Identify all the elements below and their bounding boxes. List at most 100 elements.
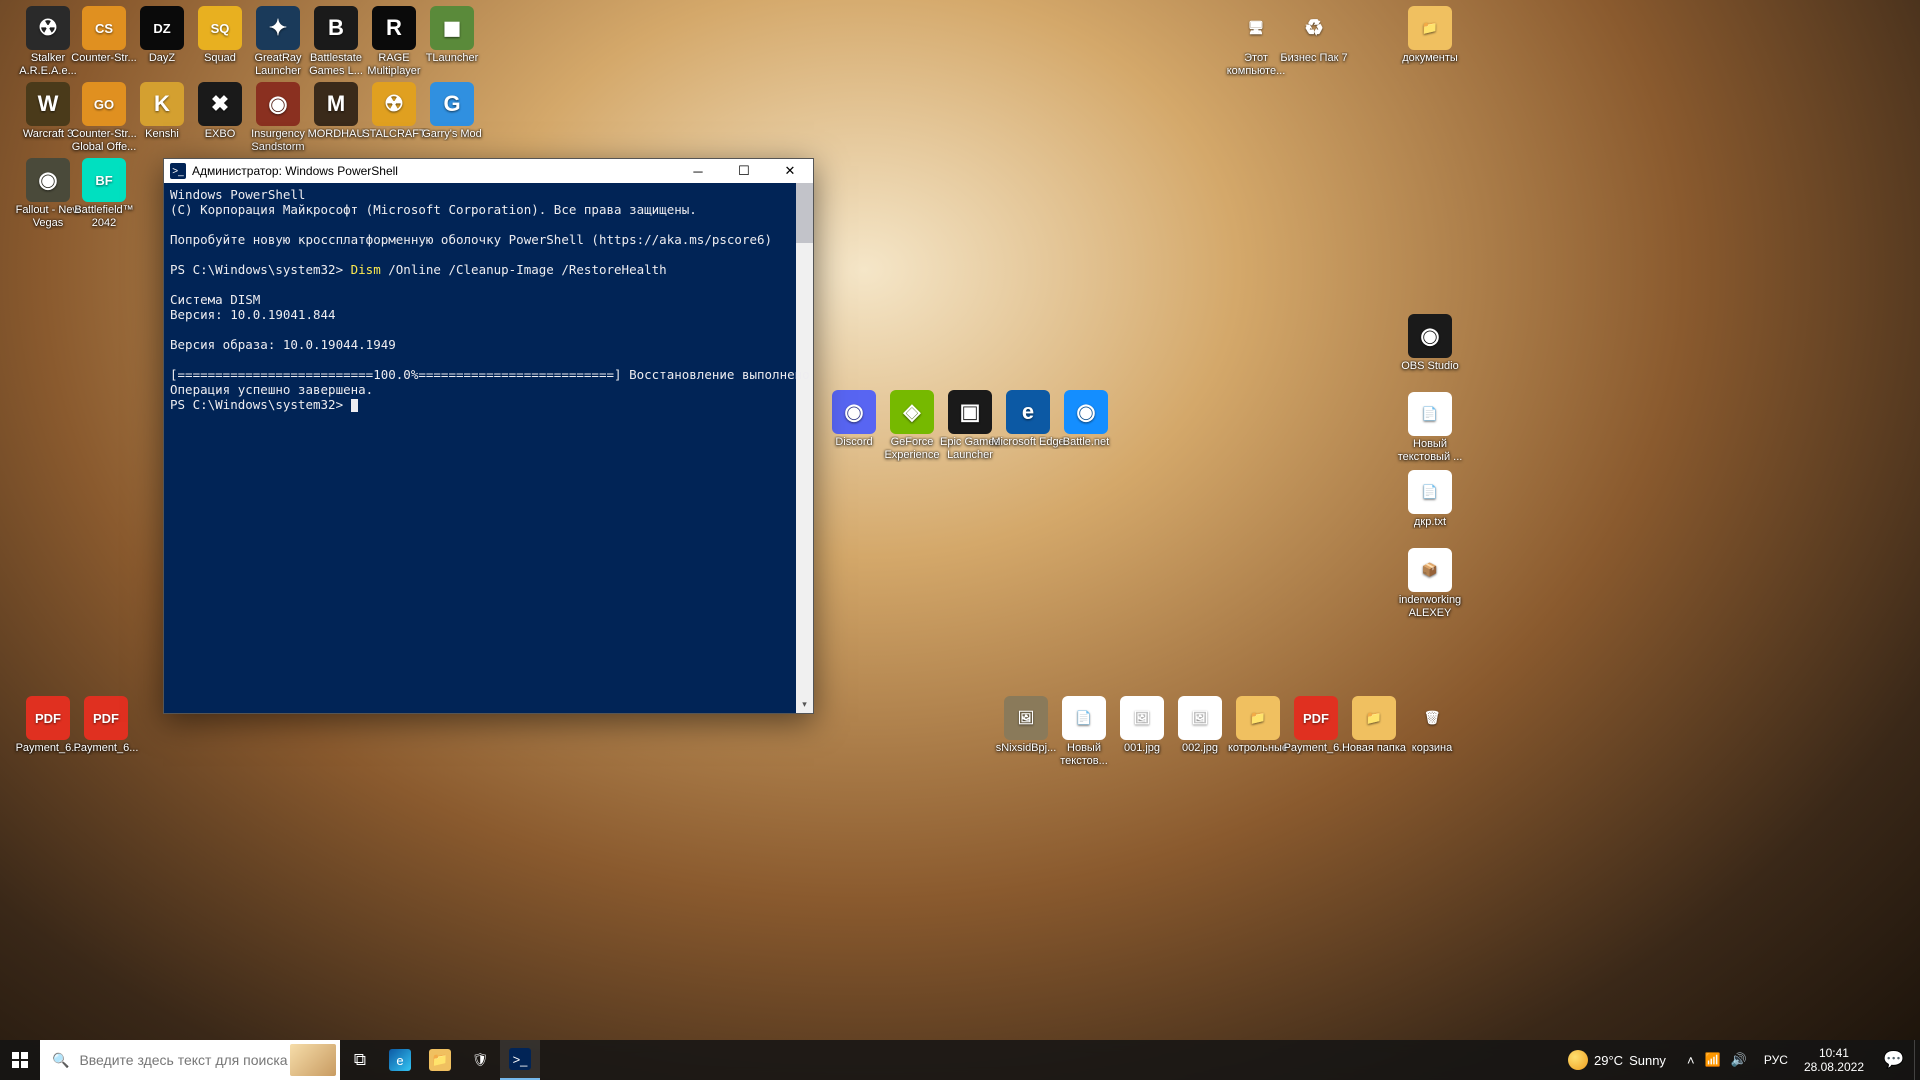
app-icon: 🗑 — [1410, 696, 1454, 740]
powershell-window[interactable]: >_ Администратор: Windows PowerShell ─ ☐… — [163, 158, 814, 714]
app-icon: DZ — [140, 6, 184, 50]
desktop-icon[interactable]: ◉OBS Studio — [1392, 314, 1468, 373]
app-icon: 📦 — [1408, 548, 1452, 592]
icon-label: Battle.net — [1048, 436, 1124, 449]
command-args: /Online /Cleanup-Image /RestoreHealth — [381, 262, 667, 277]
desktop-icon[interactable]: 📄Новый текстовый ... — [1392, 392, 1468, 464]
app-icon: 🖼 — [1004, 696, 1048, 740]
app-icon: 🖼 — [1178, 696, 1222, 740]
taskbar: 🔍 Введите здесь текст для поиска ⧉ e 📁 🛡… — [0, 1040, 1920, 1080]
app-icon: ◉ — [832, 390, 876, 434]
term-line: Операция успешно завершена. — [170, 382, 373, 397]
icon-label: inderworking ALEXEY — [1392, 594, 1468, 620]
desktop-icon[interactable]: 📦inderworking ALEXEY — [1392, 548, 1468, 620]
term-line: Cистема DISM — [170, 292, 260, 307]
desktop-icon[interactable]: ◉ Battle.net — [1048, 390, 1124, 449]
app-icon: GO — [82, 82, 126, 126]
tray-chevron-icon[interactable]: ˄ — [1684, 1051, 1698, 1070]
tray-volume-icon[interactable]: 🔊 — [1728, 1050, 1750, 1070]
app-icon: SQ — [198, 6, 242, 50]
app-icon: 📄 — [1408, 392, 1452, 436]
terminal-output[interactable]: Windows PowerShell (C) Корпорация Майкро… — [164, 183, 813, 713]
desktop-icon[interactable]: BFBattlefield™ 2042 — [66, 158, 142, 230]
app-icon: e — [1006, 390, 1050, 434]
search-input[interactable]: 🔍 Введите здесь текст для поиска — [40, 1040, 340, 1080]
app-icon: 📁 — [1408, 6, 1452, 50]
taskbar-security[interactable]: 🛡 — [460, 1040, 500, 1080]
app-icon: ✦ — [256, 6, 300, 50]
icon-label: Payment_6... — [68, 742, 144, 755]
term-line: Попробуйте новую кроссплатформенную обол… — [170, 232, 772, 247]
sun-icon — [1568, 1050, 1588, 1070]
app-icon: ◉ — [1408, 314, 1452, 358]
desktop-icon[interactable]: 🗑корзина — [1394, 696, 1470, 755]
taskbar-powershell[interactable]: >_ — [500, 1040, 540, 1080]
term-line: Версия: 10.0.19041.844 — [170, 307, 336, 322]
icon-label: дкр.txt — [1392, 516, 1468, 529]
command: Dism — [351, 262, 381, 277]
term-line: Windows PowerShell — [170, 187, 305, 202]
icon-label: TLauncher — [414, 52, 490, 65]
app-icon: ◉ — [1064, 390, 1108, 434]
clock[interactable]: 10:41 28.08.2022 — [1794, 1046, 1874, 1074]
prompt: PS C:\Windows\system32> — [170, 397, 351, 412]
desktop-icon[interactable]: ◼ TLauncher — [414, 6, 490, 65]
app-icon: ◼ — [430, 6, 474, 50]
date: 28.08.2022 — [1804, 1060, 1864, 1074]
desktop-icon[interactable]: 📁 документы — [1392, 6, 1468, 65]
powershell-icon: >_ — [170, 163, 186, 179]
search-decoration — [290, 1044, 336, 1076]
progress-line: [==========================100.0%=======… — [170, 367, 813, 382]
window-titlebar[interactable]: >_ Администратор: Windows PowerShell ─ ☐… — [164, 159, 813, 183]
app-icon: ▣ — [948, 390, 992, 434]
tray-network-icon[interactable]: 📶 — [1702, 1050, 1724, 1070]
app-icon: ♻ — [1292, 6, 1336, 50]
desktop-icon[interactable]: 📄 дкр.txt — [1392, 470, 1468, 529]
app-icon: B — [314, 6, 358, 50]
time: 10:41 — [1804, 1046, 1864, 1060]
search-icon: 🔍 — [52, 1052, 69, 1069]
app-icon: ☢ — [372, 82, 416, 126]
icon-label: Garry's Mod — [414, 128, 490, 141]
notifications-button[interactable]: 💬 — [1874, 1040, 1914, 1080]
icon-label: документы — [1392, 52, 1468, 65]
app-icon: 🖼 — [1120, 696, 1164, 740]
system-tray: 29°C Sunny ˄ 📶 🔊 РУС 10:41 28.08.2022 💬 — [1558, 1040, 1920, 1080]
language-indicator[interactable]: РУС — [1758, 1053, 1794, 1067]
app-icon: BF — [82, 158, 126, 202]
desktop-icon[interactable]: ♻ Бизнес Пак 7 — [1276, 6, 1352, 65]
app-icon: 📄 — [1408, 470, 1452, 514]
app-icon: PDF — [84, 696, 128, 740]
app-icon: ◈ — [890, 390, 934, 434]
taskbar-explorer[interactable]: 📁 — [420, 1040, 460, 1080]
app-icon: R — [372, 6, 416, 50]
start-button[interactable] — [0, 1040, 40, 1080]
minimize-button[interactable]: ─ — [675, 159, 721, 183]
icon-label: Бизнес Пак 7 — [1276, 52, 1352, 65]
app-icon: ☢ — [26, 6, 70, 50]
app-icon: G — [430, 82, 474, 126]
app-icon: PDF — [26, 696, 70, 740]
weather-widget[interactable]: 29°C Sunny — [1558, 1050, 1676, 1070]
desktop-icon[interactable]: G Garry's Mod — [414, 82, 490, 141]
term-line: Версия образа: 10.0.19044.1949 — [170, 337, 396, 352]
app-icon: ◉ — [256, 82, 300, 126]
close-button[interactable]: ✕ — [767, 159, 813, 183]
show-desktop-button[interactable] — [1914, 1040, 1920, 1080]
app-icon: PDF — [1294, 696, 1338, 740]
app-icon: ◉ — [26, 158, 70, 202]
task-view-button[interactable]: ⧉ — [340, 1040, 380, 1080]
app-icon: ✖ — [198, 82, 242, 126]
desktop-icon[interactable]: PDF Payment_6... — [68, 696, 144, 755]
app-icon: CS — [82, 6, 126, 50]
taskbar-edge[interactable]: e — [380, 1040, 420, 1080]
weather-temp: 29°C — [1594, 1053, 1623, 1068]
icon-label: Battlefield™ 2042 — [66, 204, 142, 230]
app-icon: M — [314, 82, 358, 126]
app-icon: K — [140, 82, 184, 126]
app-icon: 📄 — [1062, 696, 1106, 740]
icon-label: Новый текстовый ... — [1392, 438, 1468, 464]
prompt: PS C:\Windows\system32> — [170, 262, 351, 277]
maximize-button[interactable]: ☐ — [721, 159, 767, 183]
search-placeholder: Введите здесь текст для поиска — [79, 1052, 287, 1068]
